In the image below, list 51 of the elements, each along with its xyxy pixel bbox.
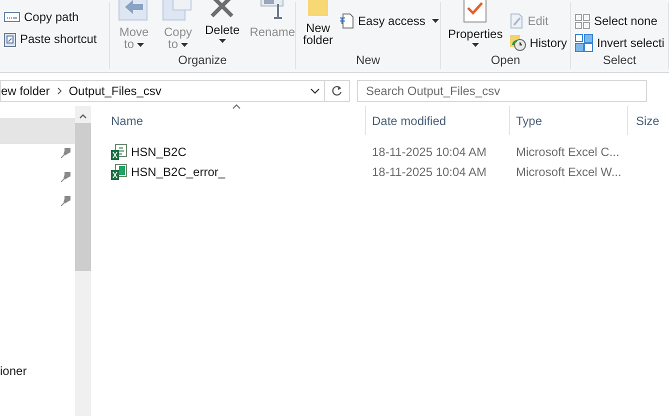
ribbon-button[interactable]: Delete: [202, 0, 243, 43]
file-name[interactable]: HSN_B2C: [131, 143, 186, 161]
ribbon-button[interactable]: New folder: [300, 0, 336, 46]
column-header[interactable]: Date modified: [366, 106, 510, 135]
nav-label: ioner: [0, 363, 27, 380]
group-label: Organize: [177, 52, 228, 69]
group-label: Select: [602, 52, 638, 69]
folder-icon: [306, 0, 330, 18]
ribbon-button[interactable]: Properties: [445, 0, 506, 47]
squares-icon: [575, 14, 590, 28]
group-label: New: [354, 52, 381, 69]
file-date: 18-11-2025 10:04 AM: [372, 145, 487, 159]
squares-icon: [575, 34, 593, 52]
caret-icon: [137, 42, 144, 47]
dropdown-icon[interactable]: [310, 88, 320, 94]
caret-icon: [432, 19, 440, 23]
clipboard-icon: [4, 32, 16, 46]
scroll-up-icon[interactable]: [79, 114, 87, 119]
column-header[interactable]: Name: [91, 106, 366, 135]
ribbon-button[interactable]: History: [510, 35, 568, 51]
column-header[interactable]: Size: [628, 106, 669, 135]
scroll-thumb[interactable]: [75, 123, 91, 271]
document-icon: [510, 13, 524, 29]
spreadsheet-file-icon: [111, 144, 127, 160]
ribbon-button[interactable]: Copy path: [4, 9, 97, 25]
file-type: Microsoft Excel W...: [516, 165, 622, 179]
document-icon: [340, 13, 354, 29]
clock-icon: [510, 35, 526, 51]
address-bar[interactable]: ew folder Output_Files_csv: [0, 80, 350, 102]
ribbon-button[interactable]: Paste shortcut: [4, 31, 97, 47]
caret-icon: [218, 39, 226, 43]
scrollbar[interactable]: [75, 106, 91, 416]
caret-icon: [472, 43, 479, 47]
ribbon-button[interactable]: Easy access: [340, 13, 440, 29]
breadcrumb[interactable]: Output_Files_csv: [68, 82, 162, 100]
breadcrumb[interactable]: ew folder: [1, 82, 50, 100]
nav-item[interactable]: ioner: [0, 358, 75, 384]
file-name[interactable]: HSN_B2C_error_: [131, 163, 226, 181]
refresh-icon[interactable]: [331, 85, 343, 97]
group-label: Open: [490, 52, 522, 69]
ribbon-button[interactable]: Select none: [575, 13, 664, 29]
file-type: Microsoft Excel C...: [516, 145, 620, 159]
file-date: 18-11-2025 10:04 AM: [372, 165, 487, 179]
column-header[interactable]: Type: [510, 106, 628, 135]
search-field[interactable]: Search Output_Files_csv: [357, 80, 647, 102]
spreadsheet-file-icon: [111, 164, 127, 180]
caret-icon: [181, 42, 188, 47]
ribbon-button[interactable]: Invert selecti: [575, 35, 664, 51]
chevron-icon: [56, 87, 62, 95]
path-icon: [4, 12, 20, 22]
sort-icon: [232, 104, 241, 109]
